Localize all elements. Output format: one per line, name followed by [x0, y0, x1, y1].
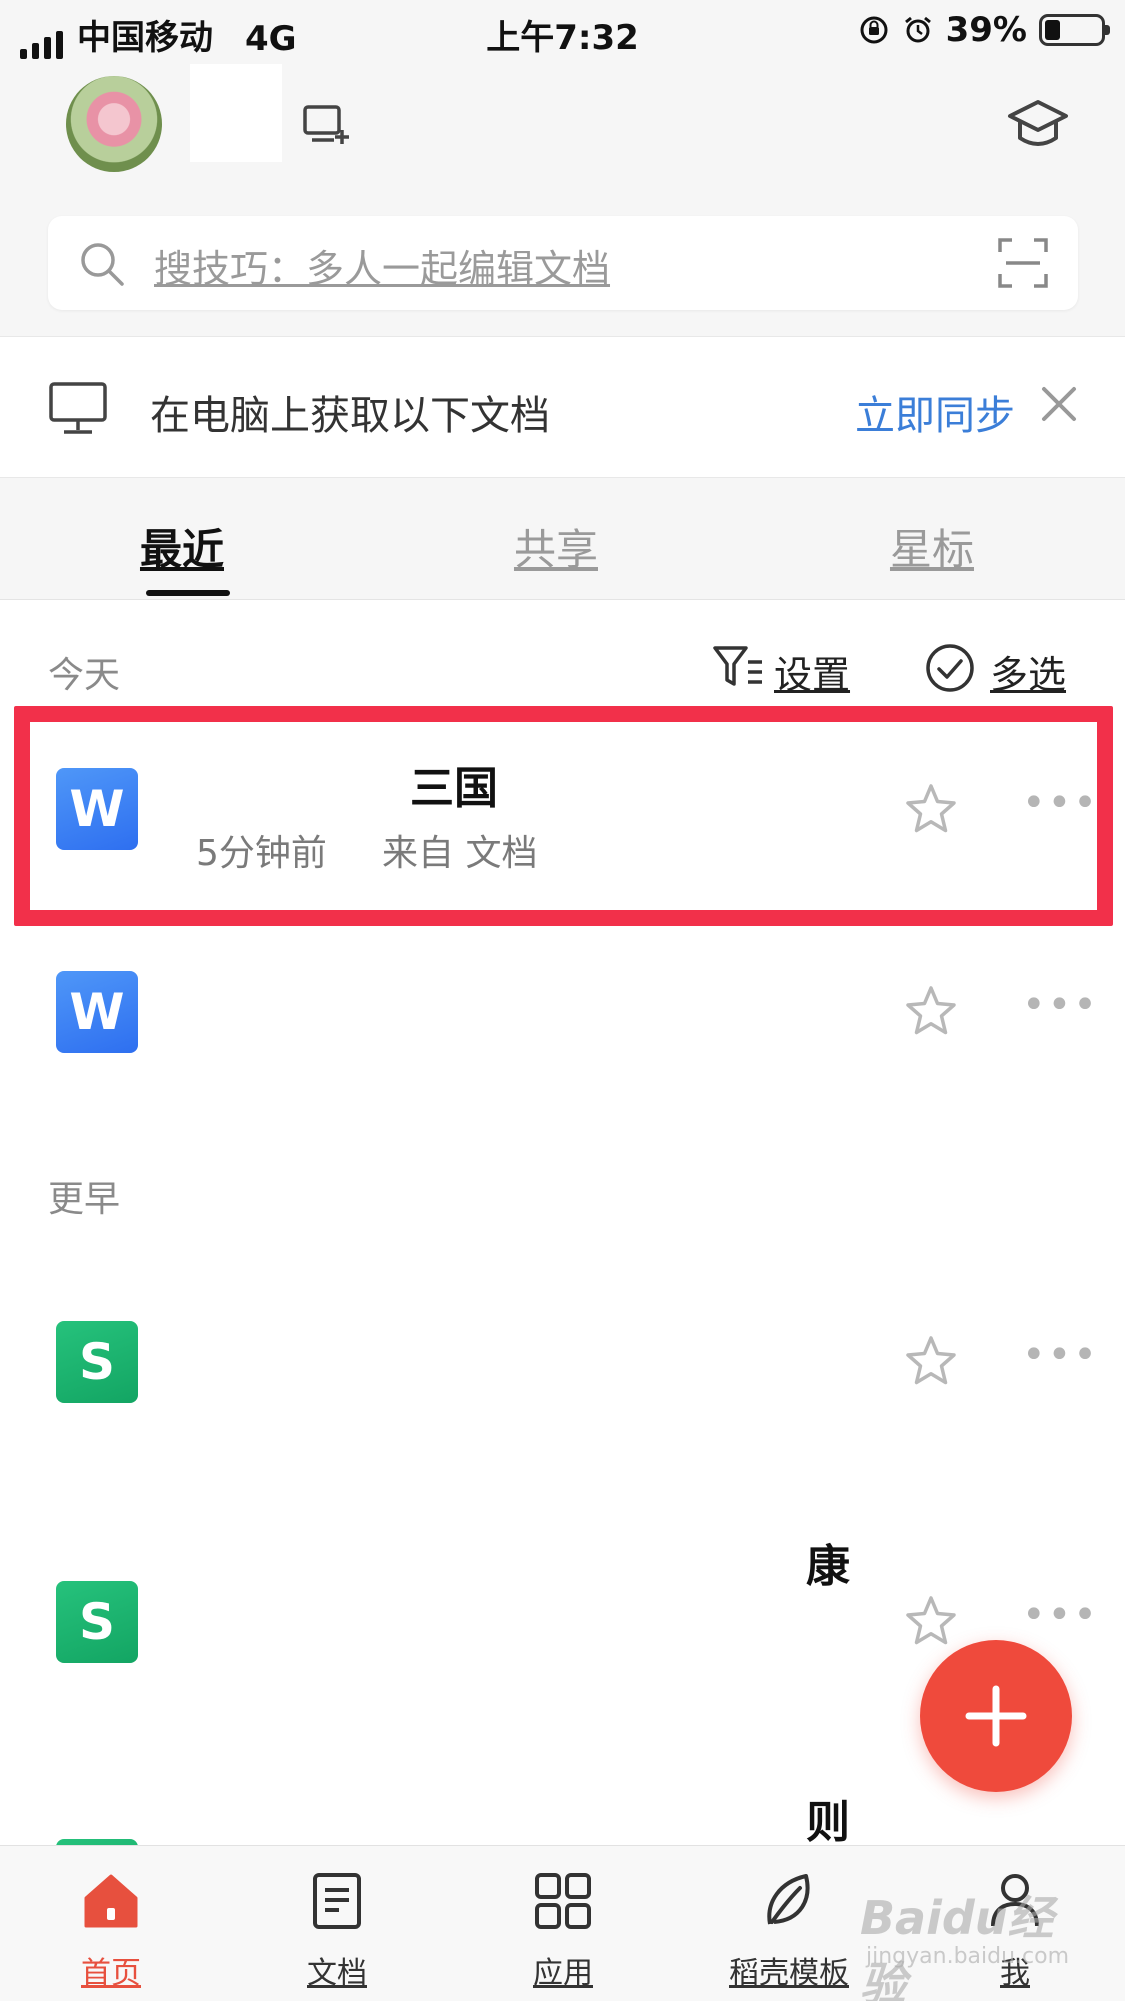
- create-new-button[interactable]: [920, 1640, 1072, 1792]
- star-icon[interactable]: [904, 984, 958, 1038]
- battery-icon: [1039, 14, 1110, 46]
- sync-now-button[interactable]: 立即同步: [855, 383, 1015, 441]
- tab-starred[interactable]: 星标: [852, 516, 1012, 577]
- list-item[interactable]: S 则: [0, 1786, 1125, 1845]
- close-icon[interactable]: [1040, 385, 1078, 423]
- baidu-watermark: Baidu经验 jingyan.baidu.com: [860, 1882, 1080, 2001]
- search-bar[interactable]: 搜技巧：多人一起编辑文档: [48, 216, 1078, 310]
- section-today: 今天: [48, 655, 121, 696]
- nav-label: 首页: [81, 1956, 141, 1991]
- status-bar: 中国移动 4G 上午7:32 39%: [0, 0, 1125, 62]
- computer-monitor-icon: [49, 382, 107, 434]
- nav-label: 文档: [307, 1956, 367, 1991]
- highlight-box: [14, 706, 1113, 926]
- file-title: 康: [806, 1541, 850, 1592]
- section-earlier: 更早: [48, 1179, 121, 1220]
- nav-label: 应用: [533, 1956, 593, 1991]
- nav-documents[interactable]: 文档: [242, 1846, 432, 2001]
- file-title: 则: [806, 1797, 850, 1845]
- list-item[interactable]: S •••: [0, 1272, 1125, 1452]
- apps-grid-icon: [535, 1873, 591, 1929]
- nav-label: 稻壳模板: [729, 1956, 849, 1991]
- tab-recent[interactable]: 最近: [102, 516, 262, 577]
- search-placeholder[interactable]: 搜技巧：多人一起编辑文档: [154, 238, 610, 293]
- status-right: 39%: [858, 10, 1110, 50]
- sync-message: 在电脑上获取以下文档: [150, 393, 550, 439]
- battery-percent: 39%: [945, 10, 1027, 50]
- avatar[interactable]: [66, 76, 162, 172]
- spreadsheet-icon: S: [56, 1581, 138, 1663]
- nav-templates[interactable]: 稻壳模板: [694, 1846, 884, 2001]
- spreadsheet-icon: S: [56, 1321, 138, 1403]
- user-name-redacted: [190, 64, 282, 162]
- multi-select-button[interactable]: 多选: [990, 644, 1066, 699]
- more-options-icon[interactable]: •••: [1022, 1592, 1099, 1638]
- nav-apps[interactable]: 应用: [468, 1846, 658, 2001]
- device-add-icon[interactable]: [302, 104, 350, 146]
- more-options-icon[interactable]: •••: [1022, 1332, 1099, 1378]
- document-icon: [313, 1873, 361, 1929]
- writer-doc-icon: W: [56, 971, 138, 1053]
- more-options-icon[interactable]: •••: [1022, 982, 1099, 1028]
- home-icon: [84, 1874, 138, 1928]
- sync-banner: 在电脑上获取以下文档 立即同步: [0, 336, 1125, 478]
- star-icon[interactable]: [904, 1334, 958, 1388]
- filter-icon[interactable]: [712, 644, 764, 690]
- plus-icon: [965, 1685, 1027, 1747]
- tab-bar: 最近 共享 星标: [0, 478, 1125, 600]
- tab-shared[interactable]: 共享: [476, 516, 636, 577]
- watermark-url: jingyan.baidu.com: [866, 1944, 1070, 1969]
- watermark-brand: Baidu经验: [860, 1891, 1054, 2001]
- check-circle-icon[interactable]: [924, 642, 976, 694]
- scan-icon[interactable]: [998, 238, 1048, 288]
- tab-active-indicator: [146, 590, 230, 596]
- star-icon[interactable]: [904, 1594, 958, 1648]
- rotation-lock-icon: [860, 16, 888, 44]
- settings-button[interactable]: 设置: [774, 644, 850, 699]
- graduation-hat-icon[interactable]: [1006, 96, 1070, 154]
- nav-home[interactable]: 首页: [16, 1846, 206, 2001]
- leaf-icon: [767, 1874, 810, 1925]
- search-icon: [81, 243, 124, 286]
- alarm-icon: [904, 16, 931, 43]
- list-item[interactable]: W •••: [0, 922, 1125, 1102]
